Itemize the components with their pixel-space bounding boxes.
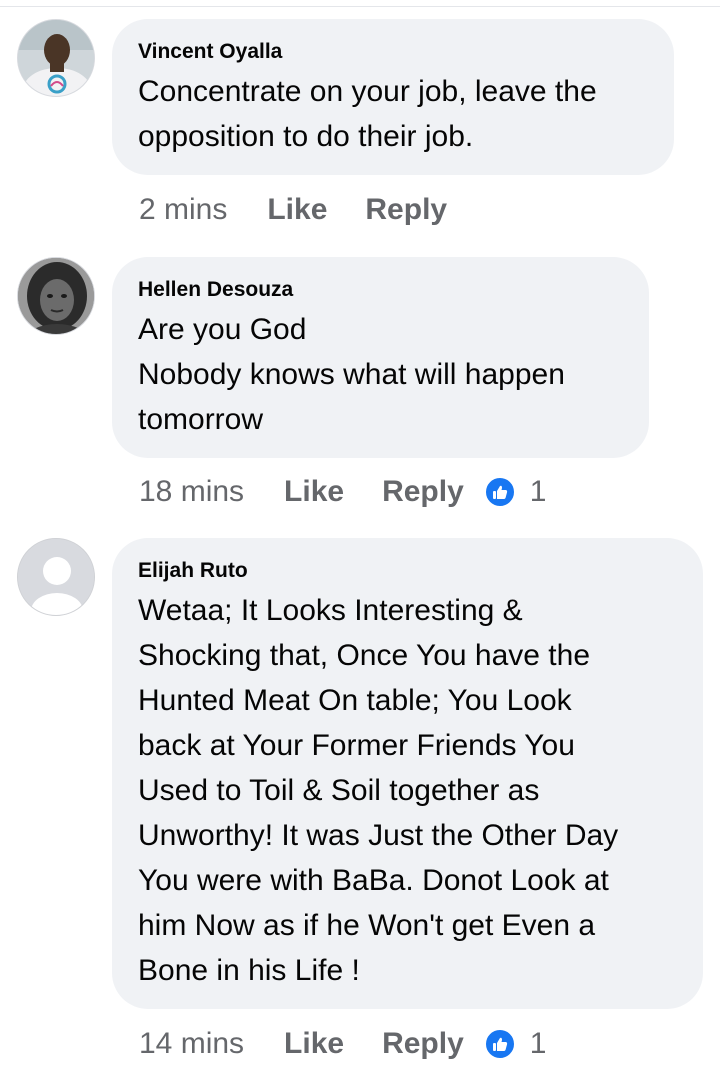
comment-timestamp[interactable]: 18 mins: [139, 475, 244, 509]
comment-text-line: Bone in his Life !: [138, 954, 360, 987]
comment-text-line: Wetaa; It Looks Interesting &: [138, 594, 523, 627]
comment-author[interactable]: Hellen Desouza: [138, 277, 623, 303]
comment-text-line: him Now as if he Won't get Even a: [138, 909, 596, 942]
comment-text-line: tomorrow: [138, 403, 264, 436]
person-photo-icon: [18, 20, 94, 96]
like-button[interactable]: Like: [284, 475, 344, 509]
thumbs-up-glyph: [492, 1037, 507, 1051]
reaction-count[interactable]: 1: [530, 475, 547, 509]
comment-text-line: Shocking that, Once You have the: [138, 639, 591, 672]
comment-bubble: Vincent Oyalla Concentrate on your job, …: [112, 19, 674, 175]
comment-actions: 14 mins Like Reply 1: [139, 1024, 546, 1064]
like-button[interactable]: Like: [267, 193, 327, 227]
thumbs-up-glyph: [492, 485, 507, 499]
comment-bubble: Elijah Ruto Wetaa; It Looks Interesting …: [112, 538, 703, 1009]
comment-text-line: Nobody knows what will happen: [138, 358, 565, 391]
thumbs-up-icon[interactable]: [483, 476, 516, 508]
comment-author[interactable]: Elijah Ruto: [138, 558, 677, 584]
comment-text: Concentrate on your job, leave the oppos…: [138, 69, 648, 159]
thumbs-up-icon[interactable]: [483, 1028, 516, 1060]
reply-button[interactable]: Reply: [382, 1027, 464, 1061]
comment-author[interactable]: Vincent Oyalla: [138, 39, 648, 65]
divider: [0, 6, 720, 7]
comment-actions: 2 mins Like Reply: [139, 190, 467, 230]
comment-actions: 18 mins Like Reply 1: [139, 472, 546, 512]
person-photo-icon: [18, 258, 94, 334]
comment-timestamp[interactable]: 2 mins: [139, 193, 227, 227]
comments-page: Vincent Oyalla Concentrate on your job, …: [0, 0, 720, 1074]
reply-button[interactable]: Reply: [382, 475, 464, 509]
comment-text-line: back at Your Former Friends You: [138, 729, 575, 762]
comment-text: Are you God Nobody knows what will happe…: [138, 307, 623, 442]
comment-text-line: You were with BaBa. Donot Look at: [138, 864, 609, 897]
reply-button[interactable]: Reply: [365, 193, 447, 227]
comment-text-line: Hunted Meat On table; You Look: [138, 684, 572, 717]
comment-timestamp[interactable]: 14 mins: [139, 1027, 244, 1061]
comment-bubble: Hellen Desouza Are you God Nobody knows …: [112, 257, 649, 458]
avatar[interactable]: [17, 19, 95, 97]
avatar[interactable]: [17, 538, 95, 616]
comment-text-line: opposition to do their job.: [138, 120, 474, 153]
comment-text-line: Unworthy! It was Just the Other Day: [138, 819, 619, 852]
comment-text-line: Used to Toil & Soil together as: [138, 774, 540, 807]
like-button[interactable]: Like: [284, 1027, 344, 1061]
comment-text-line: Are you God: [138, 313, 307, 346]
default-avatar-icon: [18, 539, 94, 615]
comment-text: Wetaa; It Looks Interesting & Shocking t…: [138, 588, 677, 993]
reaction-count[interactable]: 1: [530, 1027, 547, 1061]
avatar[interactable]: [17, 257, 95, 335]
comment-text-line: Concentrate on your job, leave the: [138, 75, 597, 108]
